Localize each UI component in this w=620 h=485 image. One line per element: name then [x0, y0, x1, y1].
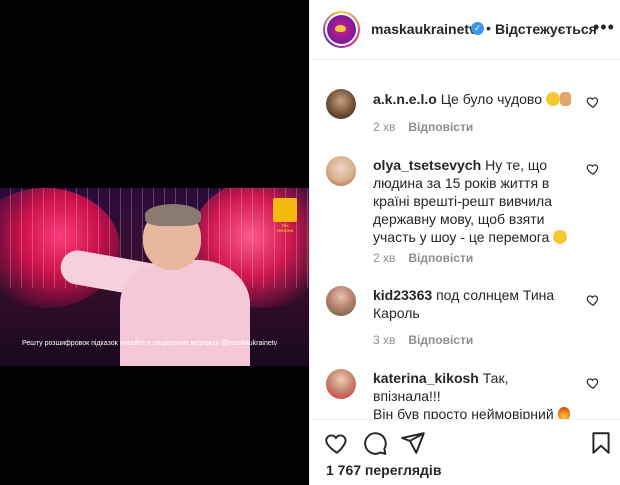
comment-message-line: Кароль [373, 305, 420, 321]
comment-text: a.k.n.e.l.o Це було чудово [373, 90, 579, 108]
like-comment-heart-icon[interactable] [586, 293, 600, 307]
share-icon[interactable] [400, 430, 426, 456]
comment-message-line: Ну те, що [485, 157, 548, 173]
smile-emoji-icon [545, 92, 560, 106]
commenter-username[interactable]: a.k.n.e.l.o [373, 91, 437, 107]
account-avatar[interactable] [323, 11, 360, 48]
performer-hair [145, 204, 201, 226]
post-media-panel[interactable]: ТРК УКРАЇНА Решту розшифровок підказок ч… [0, 0, 309, 485]
reply-button[interactable]: Відповісти [408, 120, 473, 134]
comment-time: 2 хв [373, 120, 396, 134]
reply-button[interactable]: Відповісти [408, 251, 473, 265]
video-caption-overlay: Решту розшифровок підказок читайте в соц… [22, 340, 278, 347]
commenter-avatar[interactable] [326, 89, 356, 119]
comment-message-line: Він був просто неймовірний [373, 406, 554, 419]
like-comment-heart-icon[interactable] [586, 95, 600, 109]
comment-time: 2 хв [373, 251, 396, 265]
post-actions-bar: 1 767 переглядів [310, 419, 620, 485]
like-comment-heart-icon[interactable] [586, 376, 600, 390]
comment-message: Це було чудово [440, 91, 542, 107]
comment-text: olya_tsetsevych Ну те, що людина за 15 р… [373, 156, 579, 246]
comment-message-line: участь у шоу - це перемога [373, 229, 550, 245]
header-separator: • [486, 20, 491, 36]
laughing-emoji-icon [553, 230, 568, 244]
fire-emoji-icon [557, 407, 570, 419]
avatar-image [327, 15, 356, 44]
comment-icon[interactable] [362, 430, 388, 456]
channel-logo-text: ТРК УКРАЇНА [276, 223, 294, 233]
instagram-post-modal: ТРК УКРАЇНА Решту розшифровок підказок ч… [0, 0, 620, 485]
comment-meta: 2 хв Відповісти [373, 120, 473, 134]
comment-meta: 3 хв Відповісти [373, 333, 473, 347]
comments-list[interactable]: a.k.n.e.l.o Це було чудово 2 хв Відповіст… [310, 61, 620, 419]
comment-text: katerina_kikosh Так, впізнала!!! Він був… [373, 369, 579, 419]
account-username[interactable]: maskaukrainetv [371, 21, 477, 37]
views-count: 1 767 переглядів [326, 462, 442, 478]
comment-message-line: державну мову, щоб взяти [373, 211, 545, 227]
commenter-avatar[interactable] [326, 156, 356, 186]
following-button[interactable]: Відстежується [495, 21, 597, 37]
video-frame[interactable]: ТРК УКРАЇНА Решту розшифровок підказок ч… [0, 188, 309, 366]
like-comment-heart-icon[interactable] [586, 162, 600, 176]
comment-message-line: под солнцем Тина [436, 287, 555, 303]
verified-badge-icon: ✓ [471, 22, 484, 35]
commenter-username[interactable]: kid23363 [373, 287, 432, 303]
more-options-icon[interactable]: ••• [593, 17, 615, 38]
commenter-avatar[interactable] [326, 369, 356, 399]
comment-message-line: країні врешті-решт вивчила [373, 193, 552, 209]
commenter-username[interactable]: olya_tsetsevych [373, 157, 481, 173]
commenter-username[interactable]: katerina_kikosh [373, 370, 479, 386]
victory-hand-emoji-icon [559, 92, 571, 106]
channel-logo-icon [273, 198, 297, 222]
post-header: maskaukrainetv ✓ • Відстежується ••• [310, 0, 620, 60]
performer-body [120, 260, 250, 366]
comment-text: kid23363 под солнцем Тина Кароль [373, 286, 579, 322]
heart-icon[interactable] [324, 430, 350, 456]
post-side-panel: maskaukrainetv ✓ • Відстежується ••• a.k… [309, 0, 620, 485]
comment-message-line: людина за 15 років життя в [373, 175, 550, 191]
bookmark-icon[interactable] [588, 430, 614, 456]
comment-time: 3 хв [373, 333, 396, 347]
commenter-avatar[interactable] [326, 286, 356, 316]
reply-button[interactable]: Відповісти [408, 333, 473, 347]
comment-meta: 2 хв Відповісти [373, 251, 473, 265]
